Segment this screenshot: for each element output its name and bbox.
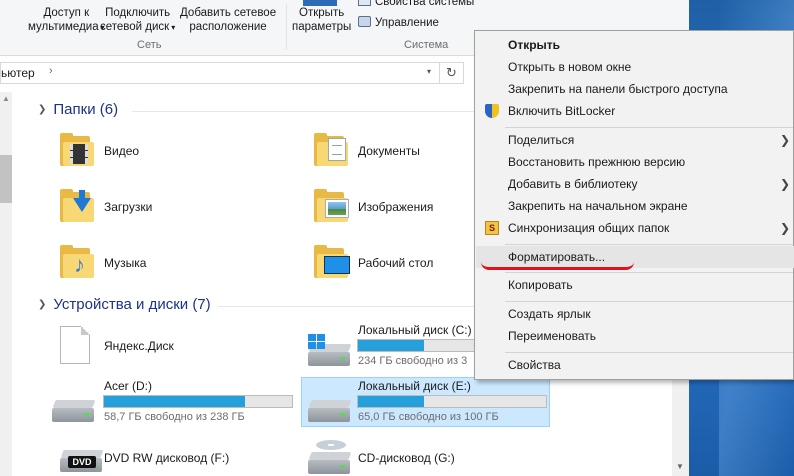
scroll-up-icon[interactable]: ▲ [2,94,10,103]
cd-drive-icon[interactable] [308,450,352,476]
menu-item-create-shortcut[interactable]: Создать ярлык [476,303,794,325]
menu-item-pin-start[interactable]: Закрепить на начальном экране [476,195,794,217]
menu-separator [505,272,793,273]
drive-name[interactable]: Локальный диск (C:) [358,323,472,337]
address-path[interactable]: ьютер [1,66,35,80]
system-properties-icon [358,0,371,6]
folder-pictures[interactable] [312,186,352,226]
menu-item-open-new-window[interactable]: Открыть в новом окне [476,56,794,78]
folder-desktop[interactable] [312,242,352,282]
scroll-down-icon[interactable]: ▼ [676,462,684,471]
downloads-icon [73,198,91,212]
drive-usage-bar [357,395,547,408]
collapse-chevron-icon[interactable]: ❯ [38,104,46,115]
manage-icon [358,16,371,27]
folder-documents[interactable] [312,130,352,170]
hard-drive-icon[interactable] [52,398,96,424]
menu-item-share[interactable]: Поделиться ❯ [476,129,794,151]
submenu-arrow-icon: ❯ [779,133,790,147]
folder-label[interactable]: Рабочий стол [358,256,433,270]
context-menu: Открыть Открыть в новом окне Закрепить н… [474,30,794,380]
cd-disc-icon [316,440,346,450]
open-settings-button[interactable]: Открыть параметры [292,6,351,34]
hard-drive-icon[interactable] [308,398,352,424]
nav-scrollbar[interactable] [0,92,12,476]
breadcrumb-chevron-icon[interactable]: › [49,65,53,77]
documents-icon [328,138,346,161]
section-devices[interactable]: ❯ Устройства и диски (7) [38,296,211,313]
menu-separator [505,244,793,245]
folder-label[interactable]: Изображения [358,200,433,214]
drive-name[interactable]: Локальный диск (E:) [358,379,471,393]
system-properties-button[interactable]: Свойства системы [358,0,474,8]
drive-free-space: 234 ГБ свободно из 3 [358,355,468,367]
drive-free-space: 58,7 ГБ свободно из 238 ГБ [104,411,245,423]
refresh-icon: ↻ [446,65,457,80]
menu-separator [505,127,793,128]
group-label-network: Сеть [137,39,162,51]
menu-item-pin-quick-access[interactable]: Закрепить на панели быстрого доступа [476,78,794,100]
address-bar[interactable]: ьютер › ▾ [0,62,440,84]
folder-video[interactable] [58,130,98,170]
refresh-button[interactable]: ↻ [440,62,464,84]
highlight-underline [481,262,634,270]
group-label-system: Система [404,39,449,51]
pictures-icon [326,200,348,217]
menu-item-sync-folders[interactable]: S Синхронизация общих папок ❯ [476,217,794,239]
folder-label[interactable]: Документы [358,144,420,158]
menu-separator [505,301,793,302]
add-network-location-button[interactable]: Добавить сетевое расположение [180,6,276,34]
menu-item-copy[interactable]: Копировать [476,274,794,296]
drive-usage-bar [103,395,293,408]
menu-item-add-to-library[interactable]: Добавить в библиотеку ❯ [476,173,794,195]
menu-item-open[interactable]: Открыть [476,34,794,56]
submenu-arrow-icon: ❯ [779,177,790,191]
address-dropdown-icon[interactable]: ▾ [427,67,431,76]
shield-icon [485,104,499,118]
menu-item-bitlocker[interactable]: Включить BitLocker [476,100,794,122]
folder-music[interactable]: ♪ [58,242,98,282]
folder-label[interactable]: Загрузки [104,200,152,214]
video-icon [70,144,88,164]
map-network-drive-button[interactable]: Подключить сетевой диск ▾ [100,6,175,35]
menu-item-properties[interactable]: Свойства [476,354,794,376]
caret-down-icon: ▾ [171,23,176,32]
submenu-arrow-icon: ❯ [779,221,790,235]
sync-icon: S [485,221,499,235]
menu-item-rename[interactable]: Переименовать [476,325,794,347]
media-access-button[interactable]: Доступ к мультимедиа ▾ [28,6,105,35]
section-folders[interactable]: ❯ Папки (6) [38,101,118,118]
drive-free-space: 65,0 ГБ свободно из 100 ГБ [358,411,499,423]
ribbon-separator [286,4,287,50]
folder-label[interactable]: Видео [104,144,139,158]
drive-name[interactable]: Acer (D:) [104,379,152,393]
folder-downloads[interactable] [58,186,98,226]
menu-separator [505,352,793,353]
desktop-icon [324,256,350,274]
yandex-disk-icon[interactable] [60,326,90,364]
music-icon: ♪ [74,252,85,277]
drive-name[interactable]: DVD RW дисковод (F:) [104,451,229,465]
manage-button[interactable]: Управление [358,16,439,29]
menu-item-restore-version[interactable]: Восстановить прежнюю версию [476,151,794,173]
collapse-chevron-icon[interactable]: ❯ [38,299,46,310]
drive-name[interactable]: CD-дисковод (G:) [358,451,455,465]
drive-name[interactable]: Яндекс.Диск [104,339,174,353]
nav-scrollbar-thumb[interactable] [0,155,12,203]
dvd-badge: DVD [68,456,96,468]
folder-label[interactable]: Музыка [104,256,146,270]
windows-logo-icon [308,334,326,350]
